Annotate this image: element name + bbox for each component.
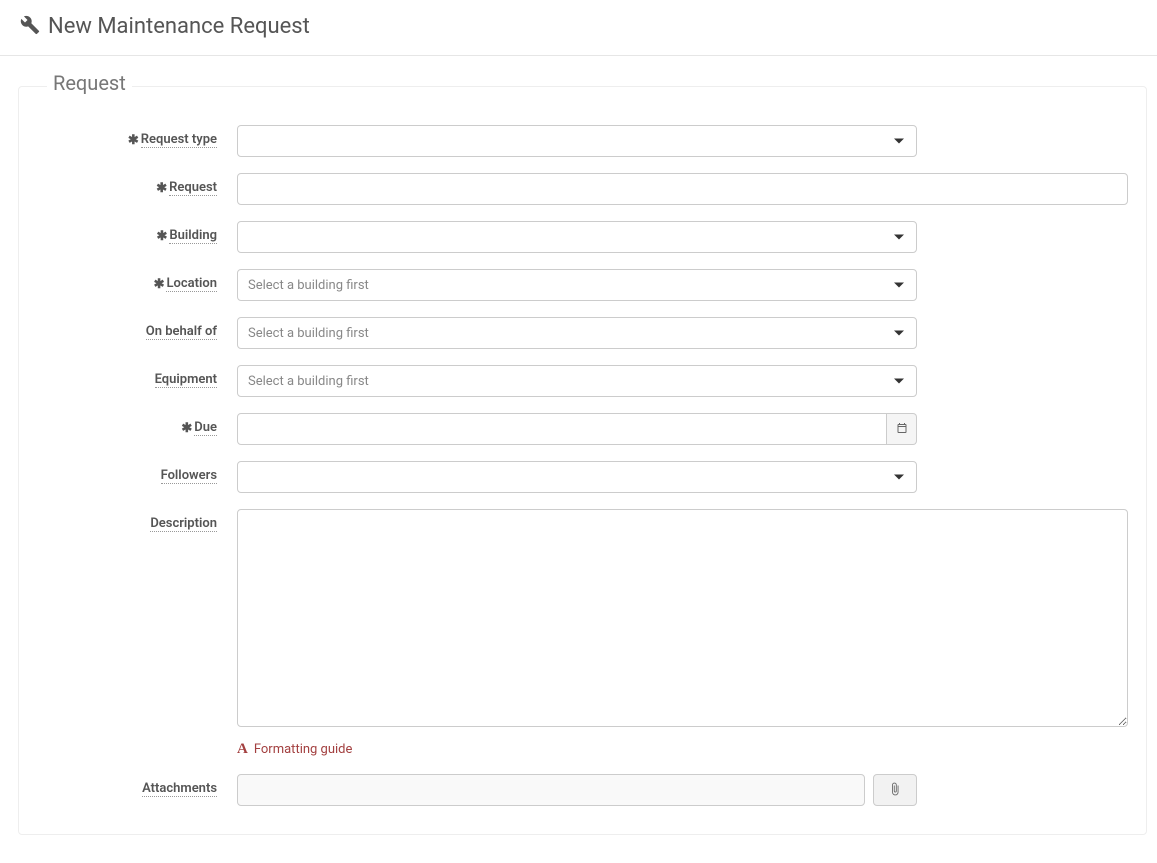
required-star-icon: ✱	[181, 421, 192, 436]
wrench-icon	[20, 15, 40, 39]
label-equipment: Equipment	[37, 365, 237, 387]
building-select[interactable]	[237, 221, 917, 253]
request-fieldset: Request ✱Request type ✱Request	[18, 86, 1147, 835]
calendar-icon	[896, 422, 908, 437]
required-star-icon: ✱	[156, 229, 167, 244]
chevron-down-icon	[894, 235, 904, 240]
location-select[interactable]: Select a building first	[237, 269, 917, 301]
request-type-select[interactable]	[237, 125, 917, 157]
calendar-button[interactable]	[887, 413, 917, 445]
required-star-icon: ✱	[154, 277, 165, 292]
chevron-down-icon	[894, 379, 904, 384]
font-icon: A	[237, 741, 248, 758]
followers-select[interactable]	[237, 461, 917, 493]
chevron-down-icon	[894, 331, 904, 336]
label-on-behalf-of: On behalf of	[37, 317, 237, 339]
fieldset-legend: Request	[47, 71, 132, 95]
chevron-down-icon	[894, 283, 904, 288]
due-date-input[interactable]	[237, 413, 887, 445]
equipment-select[interactable]: Select a building first	[237, 365, 917, 397]
attachment-button[interactable]	[873, 774, 917, 806]
attachments-input[interactable]	[237, 774, 865, 806]
request-input[interactable]	[237, 173, 1128, 205]
description-textarea[interactable]	[237, 509, 1128, 727]
label-description: Description	[37, 509, 237, 531]
page-header: New Maintenance Request	[0, 0, 1157, 56]
chevron-down-icon	[894, 139, 904, 144]
chevron-down-icon	[894, 475, 904, 480]
required-star-icon: ✱	[128, 133, 139, 148]
label-followers: Followers	[37, 461, 237, 483]
required-star-icon: ✱	[156, 181, 167, 196]
label-due: ✱Due	[37, 413, 237, 435]
formatting-guide-link[interactable]: A Formatting guide	[237, 741, 352, 758]
page-title: New Maintenance Request	[48, 14, 310, 39]
label-request: ✱Request	[37, 173, 237, 195]
label-request-type: ✱Request type	[37, 125, 237, 147]
label-location: ✱Location	[37, 269, 237, 291]
label-building: ✱Building	[37, 221, 237, 243]
paperclip-icon	[888, 782, 902, 799]
on-behalf-of-select[interactable]: Select a building first	[237, 317, 917, 349]
label-attachments: Attachments	[37, 774, 237, 796]
